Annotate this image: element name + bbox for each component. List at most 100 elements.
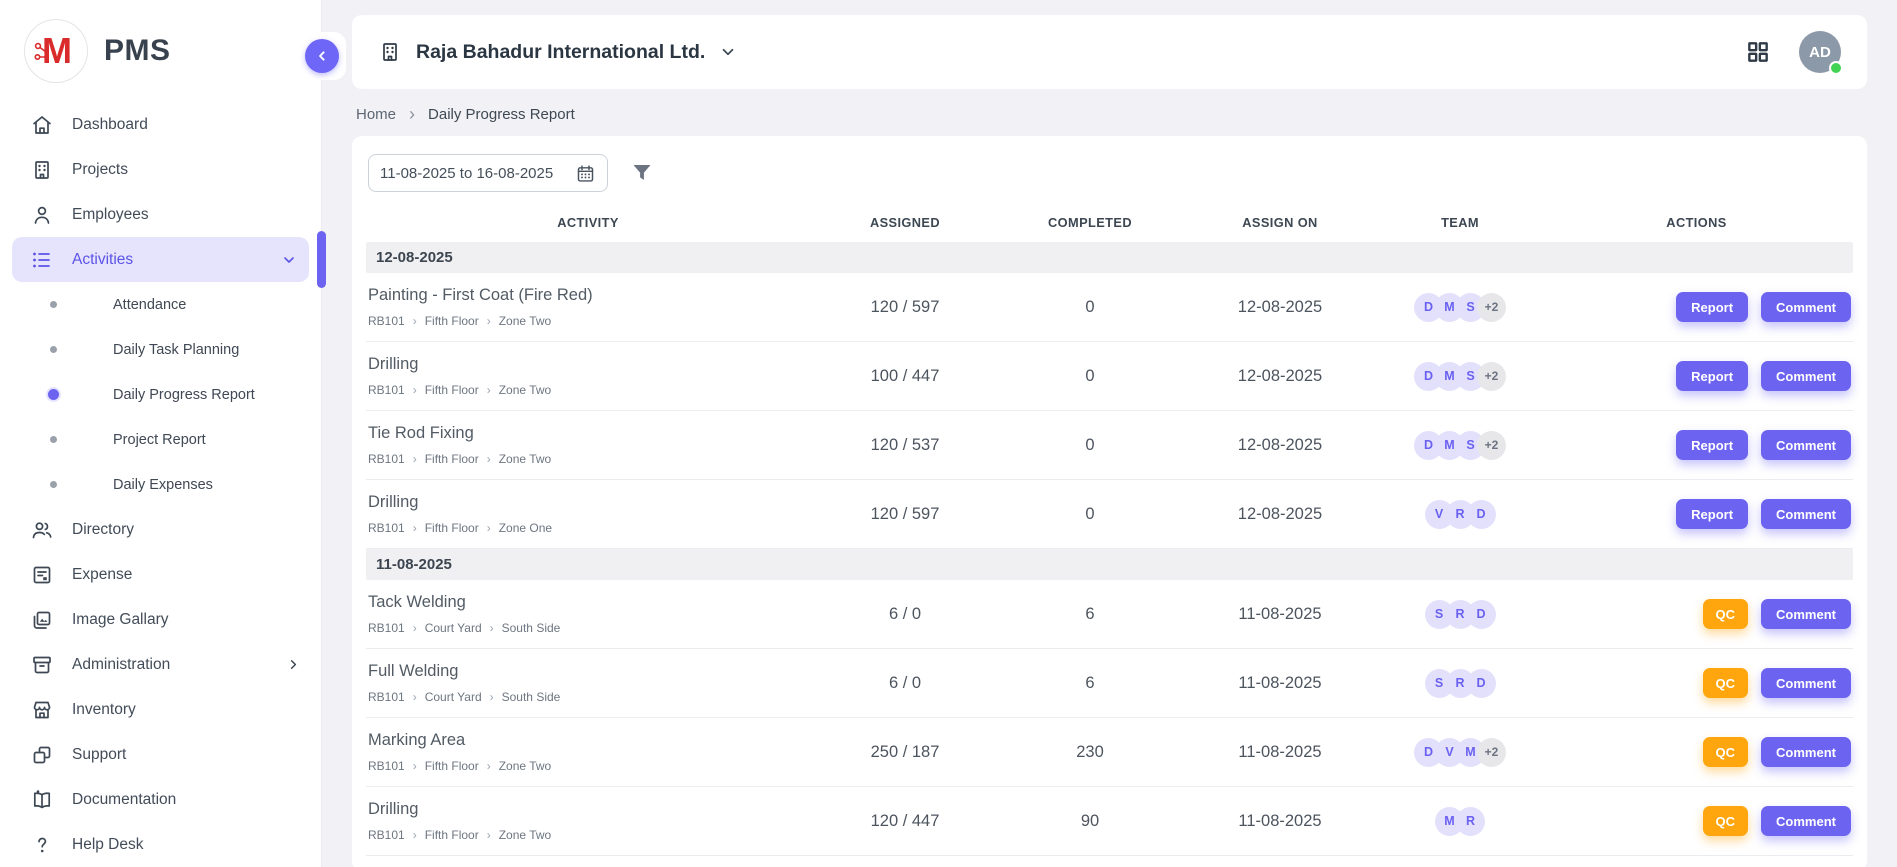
activity-cell: Full WeldingRB101›Court Yard›South Side [366, 662, 810, 704]
invoice-icon [30, 563, 54, 587]
path-segment: RB101 [368, 621, 405, 635]
comment-button[interactable]: Comment [1761, 737, 1851, 767]
team-cell: SRD [1380, 669, 1540, 698]
sidebar-item-support[interactable]: Support [0, 732, 321, 777]
chevron-right-icon [286, 657, 301, 672]
activity-title: Drilling [368, 800, 810, 819]
path-segment: Fifth Floor [425, 314, 479, 328]
sidebar-item-administration[interactable]: Administration [0, 642, 321, 687]
comment-button[interactable]: Comment [1761, 599, 1851, 629]
path-segment: RB101 [368, 521, 405, 535]
sidebar-item-help-desk[interactable]: Help Desk [0, 822, 321, 867]
qc-button[interactable]: QC [1703, 806, 1749, 836]
sidebar-subitem-project-report[interactable]: Project Report [0, 417, 321, 462]
path-segment: RB101 [368, 828, 405, 842]
qc-button[interactable]: QC [1703, 737, 1749, 767]
sidebar-item-expense[interactable]: Expense [0, 552, 321, 597]
completed-value: 0 [1000, 505, 1180, 524]
breadcrumb-item-home[interactable]: Home [356, 106, 396, 123]
completed-value: 0 [1000, 298, 1180, 317]
group-date: 11-08-2025 [376, 556, 452, 573]
report-button[interactable]: Report [1676, 361, 1748, 391]
path-segment: South Side [502, 621, 561, 635]
assign-on-date: 11-08-2025 [1180, 605, 1380, 624]
sidebar-item-activities[interactable]: Activities [12, 237, 309, 282]
comment-button[interactable]: Comment [1761, 292, 1851, 322]
sidebar: M PMS DashboardProjectsEmployees Activiti… [0, 0, 322, 867]
funnel-icon [630, 161, 654, 185]
comment-button[interactable]: Comment [1761, 361, 1851, 391]
sidebar-item-inventory[interactable]: Inventory [0, 687, 321, 732]
sidebar-item-dashboard[interactable]: Dashboard [0, 102, 321, 147]
sidebar-collapse-wrap [298, 32, 346, 80]
date-range-value: 11-08-2025 to 16-08-2025 [380, 165, 553, 182]
question-icon [30, 833, 54, 857]
report-button[interactable]: Report [1676, 499, 1748, 529]
sidebar-collapse-button[interactable] [305, 39, 339, 73]
assign-on-date: 12-08-2025 [1180, 505, 1380, 524]
chevron-down-icon [719, 43, 737, 61]
sidebar-subitem-daily-task-planning[interactable]: Daily Task Planning [0, 327, 321, 372]
team-cell: SRD [1380, 600, 1540, 629]
path-separator-icon: › [413, 690, 417, 704]
sidebar-item-employees[interactable]: Employees [0, 192, 321, 237]
sidebar-item-label: Image Gallary [72, 611, 168, 629]
user-avatar[interactable]: AD [1799, 31, 1841, 73]
qc-button[interactable]: QC [1703, 599, 1749, 629]
comment-button[interactable]: Comment [1761, 668, 1851, 698]
comment-button[interactable]: Comment [1761, 806, 1851, 836]
sidebar-item-label: Activities [72, 251, 133, 269]
column-header-actions: ACTIONS [1540, 215, 1853, 230]
assigned-value: 120 / 597 [810, 298, 1000, 317]
grid-icon [1745, 39, 1771, 65]
table-row: Marking AreaRB101›Fifth Floor›Zone Two25… [366, 718, 1853, 787]
team-cell: DVM+2 [1380, 738, 1540, 767]
assign-on-date: 12-08-2025 [1180, 367, 1380, 386]
activity-cell: Painting - First Coat (Fire Red)RB101›Fi… [366, 286, 810, 328]
comment-button[interactable]: Comment [1761, 430, 1851, 460]
table-row: Tack WeldingRB101›Court Yard›South Side6… [366, 580, 1853, 649]
avatar-initials: AD [1809, 44, 1831, 61]
building-icon [378, 40, 402, 64]
top-header: Raja Bahadur International Ltd. AD [352, 15, 1867, 89]
path-segment: RB101 [368, 452, 405, 466]
filter-button[interactable] [630, 161, 654, 185]
apps-grid-button[interactable] [1745, 39, 1771, 65]
completed-value: 230 [1000, 743, 1180, 762]
assigned-value: 120 / 597 [810, 505, 1000, 524]
chevron-left-icon [314, 48, 330, 64]
sidebar-subitem-daily-progress-report[interactable]: Daily Progress Report [0, 372, 321, 417]
sidebar-item-projects[interactable]: Projects [0, 147, 321, 192]
sidebar-subitem-attendance[interactable]: Attendance [0, 282, 321, 327]
company-name: Raja Bahadur International Ltd. [416, 41, 705, 64]
assign-on-date: 11-08-2025 [1180, 743, 1380, 762]
report-button[interactable]: Report [1676, 292, 1748, 322]
path-separator-icon: › [413, 759, 417, 773]
sidebar-subitem-label: Daily Task Planning [113, 342, 239, 358]
path-separator-icon: › [487, 759, 491, 773]
brand: M PMS [0, 0, 321, 102]
assigned-value: 250 / 187 [810, 743, 1000, 762]
table-row: DrillingRB101›Fifth Floor›Zone Two120 / … [366, 787, 1853, 856]
date-range-input[interactable]: 11-08-2025 to 16-08-2025 [368, 154, 608, 192]
assigned-value: 6 / 0 [810, 674, 1000, 693]
path-separator-icon: › [490, 621, 494, 635]
sidebar-subitem-label: Attendance [113, 297, 186, 313]
company-selector[interactable]: Raja Bahadur International Ltd. [378, 40, 737, 64]
table-row: Full WeldingRB101›Court Yard›South Side6… [366, 649, 1853, 718]
actions-cell: Report Comment [1540, 361, 1853, 391]
sidebar-item-image-gallary[interactable]: Image Gallary [0, 597, 321, 642]
chevron-down-icon [281, 252, 297, 268]
assigned-value: 100 / 447 [810, 367, 1000, 386]
comment-button[interactable]: Comment [1761, 499, 1851, 529]
breadcrumb-item-daily-progress-report: Daily Progress Report [428, 106, 575, 123]
path-segment: RB101 [368, 314, 405, 328]
sidebar-item-directory[interactable]: Directory [0, 507, 321, 552]
activity-cell: DrillingRB101›Fifth Floor›Zone Two [366, 355, 810, 397]
qc-button[interactable]: QC [1703, 668, 1749, 698]
sidebar-item-documentation[interactable]: Documentation [0, 777, 321, 822]
sidebar-subitem-daily-expenses[interactable]: Daily Expenses [0, 462, 321, 507]
calendar-icon[interactable] [575, 163, 596, 184]
group-date: 12-08-2025 [376, 249, 453, 266]
report-button[interactable]: Report [1676, 430, 1748, 460]
